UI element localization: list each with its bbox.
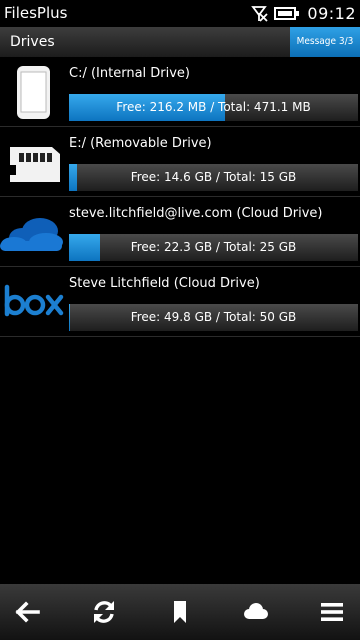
drive-name: E:/ (Removable Drive) <box>69 136 212 151</box>
box-logo-icon <box>4 284 64 317</box>
no-signal-icon <box>251 6 269 22</box>
menu-button[interactable] <box>304 584 360 640</box>
drive-list: C:/ (Internal Drive) Free: 216.2 MB / To… <box>0 57 360 337</box>
bookmark-icon <box>174 601 186 623</box>
drive-usage-bar: Free: 14.6 GB / Total: 15 GB <box>69 164 358 191</box>
refresh-button[interactable] <box>76 584 132 640</box>
drive-usage-text: Free: 216.2 MB / Total: 471.1 MB <box>116 100 311 114</box>
back-button[interactable] <box>0 584 56 640</box>
clock: 09:12 <box>307 3 356 23</box>
status-bar: FilesPlus 09:12 <box>0 0 360 27</box>
drive-item-box[interactable]: Steve Litchfield (Cloud Drive) Free: 49.… <box>0 267 360 337</box>
status-icons: 09:12 <box>250 3 356 23</box>
drive-item-removable[interactable]: E:/ (Removable Drive) Free: 14.6 GB / To… <box>0 127 360 197</box>
drive-usage-text: Free: 49.8 GB / Total: 50 GB <box>130 310 297 324</box>
page-header: Drives Message 3/3 <box>0 27 360 57</box>
menu-icon <box>321 603 343 621</box>
page-title: Drives <box>10 34 55 50</box>
message-badge[interactable]: Message 3/3 <box>290 27 360 57</box>
drive-name: steve.litchfield@live.com (Cloud Drive) <box>69 206 323 221</box>
drive-item-internal[interactable]: C:/ (Internal Drive) Free: 216.2 MB / To… <box>0 57 360 127</box>
back-arrow-icon <box>15 601 40 623</box>
drive-usage-bar: Free: 22.3 GB / Total: 25 GB <box>69 234 358 261</box>
drive-usage-bar: Free: 49.8 GB / Total: 50 GB <box>69 304 358 331</box>
drive-usage-bar: Free: 216.2 MB / Total: 471.1 MB <box>69 94 358 121</box>
onedrive-cloud-icon <box>0 218 63 251</box>
cloud-icon <box>244 603 268 619</box>
battery-full-icon <box>274 6 300 20</box>
bookmark-button[interactable] <box>152 584 208 640</box>
drive-name: C:/ (Internal Drive) <box>69 66 191 81</box>
bottom-toolbar <box>0 584 360 640</box>
sd-card-icon <box>10 147 60 182</box>
drive-item-onedrive[interactable]: steve.litchfield@live.com (Cloud Drive) … <box>0 197 360 267</box>
phone-icon <box>17 66 50 119</box>
cloud-button[interactable] <box>228 584 284 640</box>
drive-usage-text: Free: 22.3 GB / Total: 25 GB <box>130 240 297 254</box>
drive-usage-text: Free: 14.6 GB / Total: 15 GB <box>130 170 297 184</box>
refresh-icon <box>94 601 114 623</box>
drive-name: Steve Litchfield (Cloud Drive) <box>69 276 260 291</box>
app-title: FilesPlus <box>4 4 68 22</box>
